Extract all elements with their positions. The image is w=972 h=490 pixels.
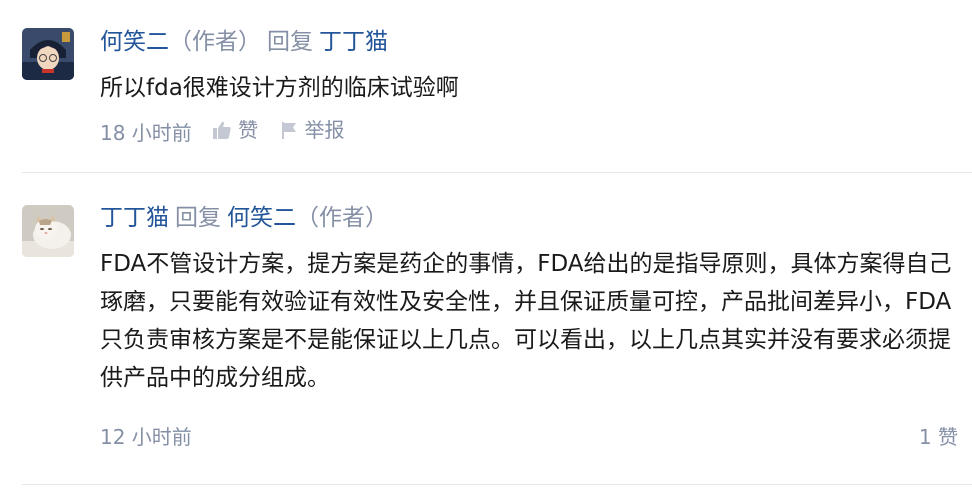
anime-character-avatar-icon <box>22 28 74 80</box>
flag-icon <box>281 122 296 139</box>
like-label: 赞 <box>238 118 259 142</box>
comment-content: FDA不管设计方案，提方案是药企的事情，FDA给出的是指导原则，具体方案得自己琢… <box>100 251 952 391</box>
reply-word: 回复 <box>267 29 313 55</box>
reply-to-user[interactable]: 何笑二 <box>227 205 296 231</box>
comment-author[interactable]: 丁丁猫 <box>100 205 169 231</box>
comment-header: 丁丁猫 回复 何笑二（作者） <box>100 203 388 233</box>
like-count[interactable]: 1 赞 <box>919 423 958 451</box>
author-tag: （作者） <box>296 205 388 231</box>
comment-content: 所以fda很难设计方剂的临床试验啊 <box>100 75 459 101</box>
cat-avatar-icon <box>22 205 74 257</box>
avatar[interactable] <box>22 28 74 80</box>
comment-item: 何笑二（作者） 回复 丁丁猫 所以fda很难设计方剂的临床试验啊 18 小时前 赞 … <box>0 0 972 172</box>
comment-author[interactable]: 何笑二 <box>100 29 169 55</box>
comment-item: 丁丁猫 回复 何笑二（作者） FDA不管设计方案，提方案是药企的事情，FDA给出的是… <box>0 173 972 473</box>
comment-header: 何笑二（作者） 回复 丁丁猫 <box>100 27 388 57</box>
report-button[interactable]: 举报 <box>279 116 345 144</box>
comment-footer: 18 小时前 赞 举报 <box>100 116 958 147</box>
avatar[interactable] <box>22 205 74 257</box>
author-tag: （作者） <box>169 29 261 55</box>
comment-footer: 12 小时前 1 赞 <box>100 423 958 451</box>
reply-to-user[interactable]: 丁丁猫 <box>319 29 388 55</box>
comment-divider <box>22 484 972 485</box>
report-label: 举报 <box>304 118 345 142</box>
comment-time: 12 小时前 <box>100 425 192 449</box>
like-button[interactable]: 赞 <box>212 116 258 144</box>
thumbs-up-icon <box>213 121 231 139</box>
comment-time: 18 小时前 <box>100 121 192 145</box>
reply-word: 回复 <box>175 205 221 231</box>
